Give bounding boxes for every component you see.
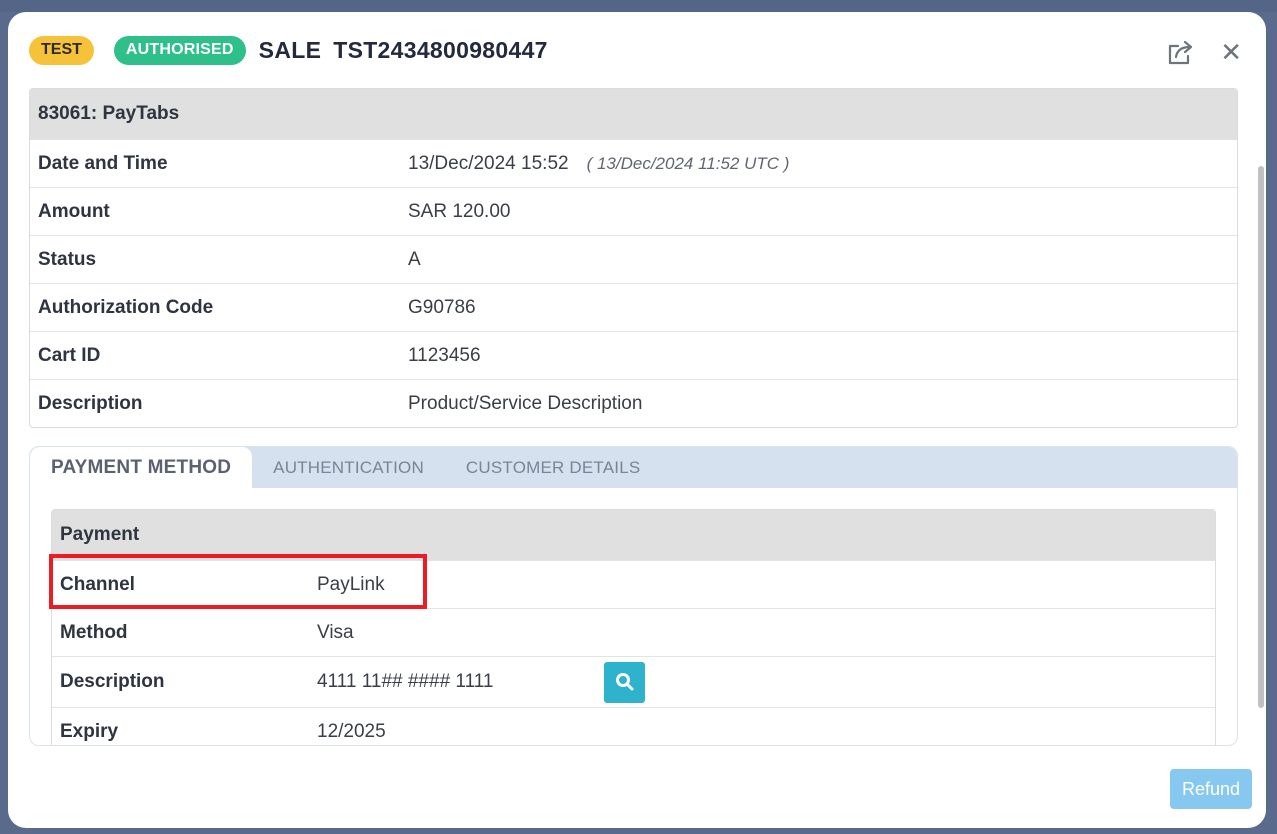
tab-authentication[interactable]: AUTHENTICATION	[252, 447, 445, 488]
payment-value: 12/2025	[317, 720, 386, 742]
payment-row-method: Method Visa	[52, 608, 1215, 656]
share-icon[interactable]	[1166, 38, 1196, 66]
payment-row-expiry: Expiry 12/2025	[52, 707, 1215, 745]
search-icon	[615, 673, 633, 691]
transaction-modal: TEST AUTHORISED SALE TST2434800980447 ✕ 8…	[8, 12, 1266, 828]
transaction-reference: TST2434800980447	[333, 36, 548, 63]
info-row-amount: Amount SAR 120.00	[30, 187, 1237, 235]
info-label: Amount	[38, 200, 110, 222]
merchant-heading: 83061: PayTabs	[30, 89, 1237, 139]
info-row-cart-id: Cart ID 1123456	[30, 331, 1237, 379]
transaction-info-table: 83061: PayTabs Date and Time 13/Dec/2024…	[29, 88, 1238, 428]
close-icon[interactable]: ✕	[1220, 39, 1242, 65]
info-row-description: Description Product/Service Description	[30, 379, 1237, 427]
header-actions: ✕	[1166, 38, 1242, 66]
scrollbar-thumb[interactable]	[1258, 166, 1264, 708]
modal-title: SALE TST2434800980447	[259, 37, 548, 64]
tab-bar: PAYMENT METHOD AUTHENTICATION CUSTOMER D…	[30, 447, 1237, 488]
page-backdrop	[0, 0, 1277, 12]
info-row-date-time: Date and Time 13/Dec/2024 15:52 ( 13/Dec…	[30, 139, 1237, 187]
payment-heading: Payment	[52, 510, 1215, 560]
details-tabs: PAYMENT METHOD AUTHENTICATION CUSTOMER D…	[29, 446, 1238, 746]
payment-label: Channel	[60, 573, 135, 595]
info-label: Date and Time	[38, 152, 168, 174]
info-value: 1123456	[408, 344, 481, 366]
info-row-status: Status A	[30, 235, 1237, 283]
utc-time: ( 13/Dec/2024 11:52 UTC )	[586, 153, 790, 173]
test-badge: TEST	[29, 35, 94, 65]
tab-payment-method[interactable]: PAYMENT METHOD	[30, 447, 253, 488]
payment-value: PayLink	[317, 573, 385, 595]
tab-customer-details[interactable]: CUSTOMER DETAILS	[445, 447, 662, 488]
modal-header: TEST AUTHORISED SALE TST2434800980447 ✕	[8, 12, 1266, 88]
info-label: Cart ID	[38, 344, 101, 366]
info-value: A	[408, 248, 421, 270]
status-badge: AUTHORISED	[113, 35, 246, 65]
payment-value: 4111 11## #### 1111	[317, 671, 494, 692]
info-label: Status	[38, 248, 97, 270]
scrollbar[interactable]	[1256, 88, 1266, 748]
info-value: 13/Dec/2024 15:52	[408, 152, 569, 174]
payment-table: Payment Channel PayLink Method Visa Desc…	[51, 509, 1216, 745]
info-row-authorization-code: Authorization Code G90786	[30, 283, 1237, 331]
payment-row-description: Description 4111 11## #### 1111	[52, 656, 1215, 707]
card-lookup-button[interactable]	[604, 661, 645, 703]
info-value: Product/Service Description	[408, 392, 643, 414]
payment-row-channel: Channel PayLink	[52, 560, 1215, 608]
info-value: G90786	[408, 296, 476, 318]
refund-button[interactable]: Refund	[1170, 769, 1252, 809]
payment-value: Visa	[317, 621, 354, 643]
payment-label: Description	[60, 671, 165, 692]
payment-label: Expiry	[60, 720, 119, 742]
info-label: Description	[38, 392, 143, 414]
payment-label: Method	[60, 621, 128, 643]
info-value: SAR 120.00	[408, 200, 511, 222]
transaction-type: SALE	[258, 36, 322, 63]
info-label: Authorization Code	[38, 296, 214, 318]
